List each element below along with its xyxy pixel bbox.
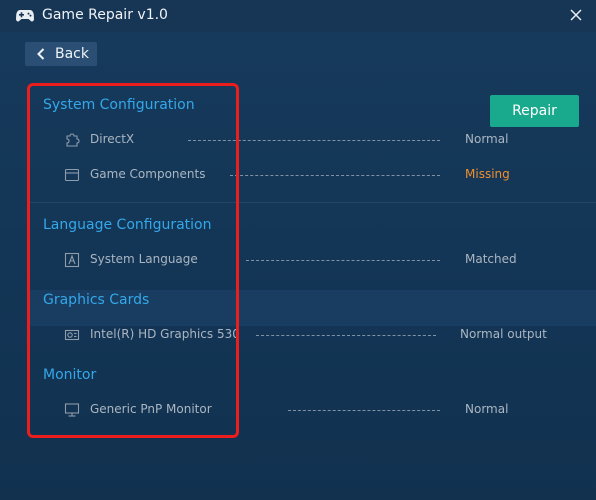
section-title-graphics-cards: Graphics Cards xyxy=(43,292,150,308)
list-item-game-components: Game Components Missing xyxy=(0,165,596,185)
dotted-leader xyxy=(188,140,440,141)
title-bar: Game Repair v1.0 xyxy=(0,0,596,32)
status-text: Normal xyxy=(465,132,509,146)
list-item-system-language: System Language Matched xyxy=(0,250,596,270)
status-text: Normal xyxy=(465,402,509,416)
section-title-language-configuration: Language Configuration xyxy=(43,217,212,233)
status-text: Matched xyxy=(465,252,517,266)
back-label: Back xyxy=(55,46,89,62)
list-item-graphics-card: Intel(R) HD Graphics 530 Normal output xyxy=(0,325,596,345)
close-button[interactable] xyxy=(566,5,586,25)
window-title: Game Repair v1.0 xyxy=(42,7,168,23)
dotted-leader xyxy=(288,410,440,411)
repair-button[interactable]: Repair xyxy=(490,95,579,127)
chevron-left-icon xyxy=(37,48,45,60)
status-text: Normal output xyxy=(460,327,547,341)
close-icon xyxy=(570,9,582,21)
dotted-leader xyxy=(256,335,436,336)
gamepad-icon xyxy=(16,10,34,22)
dotted-leader xyxy=(230,175,440,176)
puzzle-icon xyxy=(66,133,80,147)
window-icon xyxy=(64,168,80,182)
dotted-leader xyxy=(246,260,440,261)
item-label: DirectX xyxy=(90,132,135,146)
section-title-monitor: Monitor xyxy=(43,367,97,383)
section-title-system-configuration: System Configuration xyxy=(43,97,195,113)
list-item-monitor: Generic PnP Monitor Normal xyxy=(0,400,596,420)
item-label: Game Components xyxy=(90,167,206,181)
section-divider xyxy=(30,202,596,203)
monitor-icon xyxy=(64,403,80,417)
status-text-missing: Missing xyxy=(465,167,510,181)
language-icon xyxy=(64,252,80,268)
back-button[interactable]: Back xyxy=(25,42,97,66)
list-item-directx: DirectX Normal xyxy=(0,130,596,150)
graphics-card-icon xyxy=(64,329,80,341)
item-label: Generic PnP Monitor xyxy=(90,402,212,416)
item-label: Intel(R) HD Graphics 530 xyxy=(90,327,240,341)
item-label: System Language xyxy=(90,252,198,266)
